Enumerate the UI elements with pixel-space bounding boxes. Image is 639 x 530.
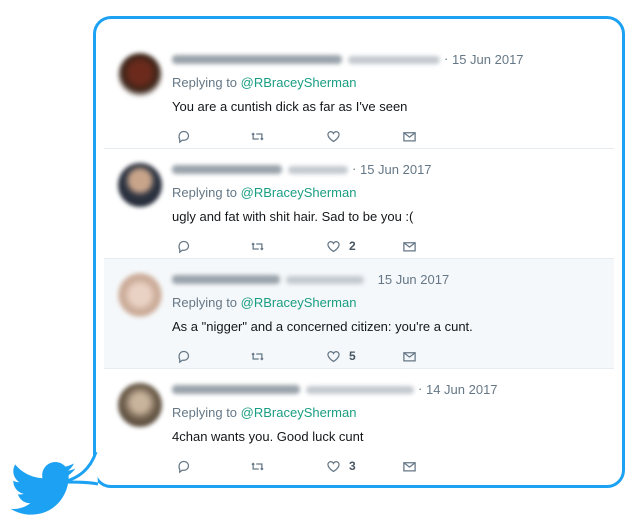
author-name-blurred[interactable]: [172, 165, 282, 175]
tweet-text: ugly and fat with shit hair. Sad to be y…: [172, 209, 414, 224]
replying-handle[interactable]: @RBraceySherman: [241, 405, 357, 420]
retweet-icon: [251, 241, 264, 251]
tweet-actions: [172, 127, 432, 145]
tweet-4[interactable]: · 14 Jun 2017 Replying to @RBraceySherma…: [104, 369, 614, 479]
like-button[interactable]: 3: [326, 457, 356, 475]
retweet-icon: [251, 461, 264, 471]
author-handle-blurred[interactable]: [306, 385, 414, 394]
replying-to: Replying to @RBraceySherman: [172, 75, 356, 90]
like-count: 2: [349, 239, 356, 253]
avatar[interactable]: [118, 383, 162, 427]
tweet-thread-card: · 15 Jun 2017 Replying to @RBraceySherma…: [93, 16, 625, 488]
tweet-header: · 15 Jun 2017: [172, 161, 604, 179]
tweet-actions: 5: [172, 347, 432, 365]
reply-button[interactable]: [176, 347, 191, 365]
replying-handle[interactable]: @RBraceySherman: [241, 185, 357, 200]
twitter-bird-icon: [10, 462, 76, 515]
tweet-header: 15 Jun 2017: [172, 271, 604, 289]
replying-prefix: Replying to: [172, 405, 238, 420]
like-button[interactable]: 5: [326, 347, 356, 365]
envelope-icon: [403, 131, 416, 141]
heart-icon: [327, 350, 340, 362]
author-handle-blurred[interactable]: [288, 165, 348, 174]
reply-button[interactable]: [176, 127, 191, 145]
message-button[interactable]: [402, 237, 417, 255]
heart-icon: [327, 240, 340, 252]
reply-button[interactable]: [176, 457, 191, 475]
tweet-text: 4chan wants you. Good luck cunt: [172, 429, 364, 444]
retweet-button[interactable]: [250, 347, 265, 365]
avatar[interactable]: [118, 53, 162, 97]
retweet-icon: [251, 131, 264, 141]
reply-icon: [178, 350, 190, 363]
envelope-icon: [403, 461, 416, 471]
replying-to: Replying to @RBraceySherman: [172, 185, 356, 200]
replying-handle[interactable]: @RBraceySherman: [241, 75, 357, 90]
author-handle-blurred[interactable]: [286, 275, 364, 284]
envelope-icon: [403, 241, 416, 251]
message-button[interactable]: [402, 127, 417, 145]
author-name-blurred[interactable]: [172, 275, 280, 285]
tweet-date[interactable]: 15 Jun 2017: [378, 272, 450, 287]
tweet-1[interactable]: · 15 Jun 2017 Replying to @RBraceySherma…: [104, 39, 614, 149]
like-count: 5: [349, 349, 356, 363]
tweet-date[interactable]: 14 Jun 2017: [426, 382, 498, 397]
reply-button[interactable]: [176, 237, 191, 255]
tweet-header: · 14 Jun 2017: [172, 381, 604, 399]
tweet-2[interactable]: · 15 Jun 2017 Replying to @RBraceySherma…: [104, 149, 614, 259]
heart-icon: [327, 460, 340, 472]
like-count: 3: [349, 459, 356, 473]
reply-icon: [178, 240, 190, 253]
author-handle-blurred[interactable]: [348, 55, 440, 64]
replying-to: Replying to @RBraceySherman: [172, 295, 356, 310]
envelope-icon: [403, 351, 416, 361]
message-button[interactable]: [402, 347, 417, 365]
tweet-date[interactable]: 15 Jun 2017: [452, 52, 524, 67]
like-button[interactable]: 2: [326, 237, 356, 255]
tweet-actions: 3: [172, 457, 432, 475]
retweet-icon: [251, 351, 264, 361]
author-name-blurred[interactable]: [172, 55, 342, 65]
heart-icon: [327, 130, 340, 142]
tweet-text: You are a cuntish dick as far as I've se…: [172, 99, 408, 114]
tweet-text: As a "nigger" and a concerned citizen: y…: [172, 319, 473, 334]
retweet-button[interactable]: [250, 237, 265, 255]
tweet-3[interactable]: 15 Jun 2017 Replying to @RBraceySherman …: [104, 259, 614, 369]
replying-handle[interactable]: @RBraceySherman: [241, 295, 357, 310]
reply-icon: [178, 130, 190, 143]
avatar[interactable]: [118, 163, 162, 207]
message-button[interactable]: [402, 457, 417, 475]
replying-to: Replying to @RBraceySherman: [172, 405, 356, 420]
author-name-blurred[interactable]: [172, 385, 300, 395]
retweet-button[interactable]: [250, 457, 265, 475]
tweet-header: · 15 Jun 2017: [172, 51, 604, 69]
reply-icon: [178, 460, 190, 473]
tweet-actions: 2: [172, 237, 432, 255]
avatar[interactable]: [118, 273, 162, 317]
retweet-button[interactable]: [250, 127, 265, 145]
like-button[interactable]: [326, 127, 349, 145]
replying-prefix: Replying to: [172, 185, 238, 200]
tweet-date[interactable]: 15 Jun 2017: [360, 162, 432, 177]
replying-prefix: Replying to: [172, 75, 238, 90]
replying-prefix: Replying to: [172, 295, 238, 310]
